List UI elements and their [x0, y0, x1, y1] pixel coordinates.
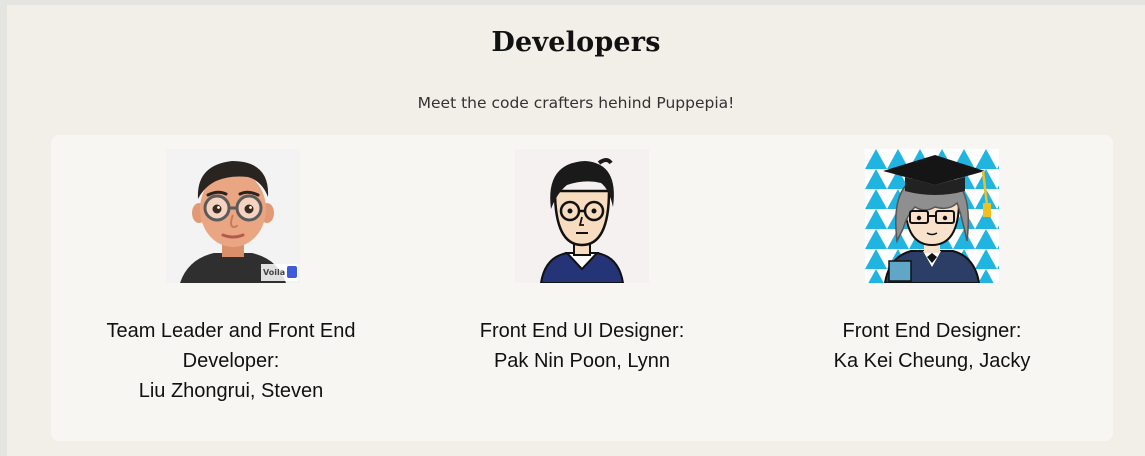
avatar-steven: Voila [166, 149, 300, 283]
developer-role: Front End Designer: [842, 320, 1022, 342]
developers-card: Voila Team Leader and Front End Develope… [51, 135, 1113, 441]
developer-name: Liu Zhongrui, Steven [138, 380, 324, 402]
developer-role: Front End UI Designer: [479, 320, 685, 342]
developer-role: Developer: [182, 350, 280, 372]
anime-avatar-icon [865, 149, 999, 283]
developer-name: Ka Kei Cheung, Jacky [833, 350, 1031, 372]
developer-info-jacky: Front End Designer: Ka Kei Cheung, Jacky [772, 316, 1092, 376]
3d-avatar-icon: Voila [166, 149, 300, 283]
section-title: Developers [491, 27, 661, 58]
avatar-jacky [865, 149, 999, 283]
developers-section: Developers Meet the code crafters hehind… [7, 5, 1145, 456]
avatar-lynn [515, 149, 649, 283]
developer-role: Team Leader and Front End [106, 320, 356, 342]
developer-info-lynn: Front End UI Designer: Pak Nin Poon, Lyn… [422, 316, 742, 376]
developer-info-steven: Team Leader and Front End Developer: Liu… [71, 316, 391, 406]
developer-name: Pak Nin Poon, Lynn [493, 350, 671, 372]
watermark-text: Voila [263, 268, 285, 277]
cartoon-avatar-icon [515, 149, 649, 283]
section-subtitle: Meet the code crafters hehind Puppepia! [417, 94, 735, 112]
